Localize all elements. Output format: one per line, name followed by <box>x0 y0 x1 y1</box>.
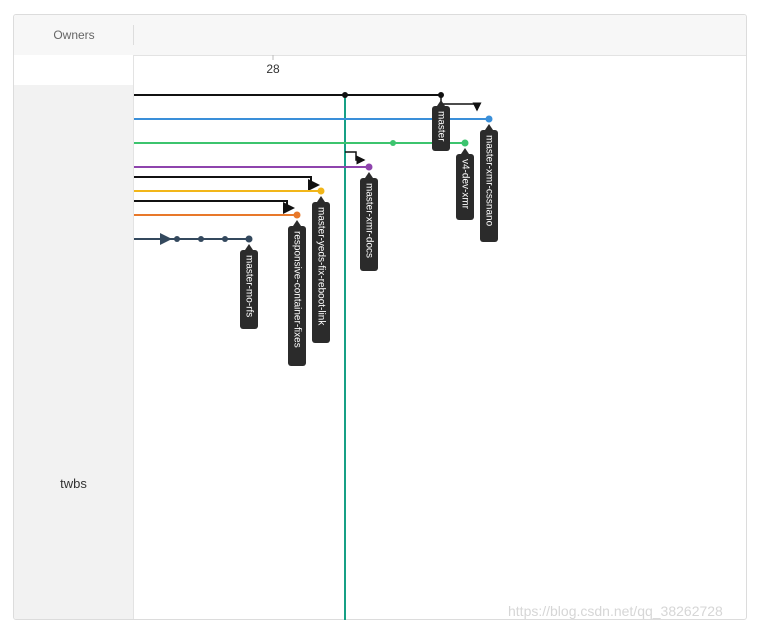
commit-dot[interactable] <box>461 139 469 147</box>
branch-tag-master[interactable]: master <box>432 100 450 151</box>
branch-tag-label: master-mo-rfs <box>243 255 254 317</box>
network-graph-canvas[interactable]: 28 master master-xmr-cssnano v4-dev-xmr <box>0 0 762 631</box>
commit-dot[interactable] <box>317 187 325 195</box>
branch-tag-v4-dev-xmr[interactable]: v4-dev-xmr <box>456 148 474 220</box>
branch-tag-label: master-yeds-fix-reboot-link <box>315 207 326 326</box>
branch-connector <box>134 176 320 191</box>
branch-tag-label: responsive-container-fixes <box>291 231 302 348</box>
commit-dot[interactable] <box>390 140 396 146</box>
branch-tag-responsive-container-fixes[interactable]: responsive-container-fixes <box>288 220 306 366</box>
commit-dot[interactable] <box>293 211 301 219</box>
branch-tag-label: master-xmr-docs <box>363 183 374 258</box>
commit-dot[interactable] <box>245 235 253 243</box>
commit-dot[interactable] <box>485 115 493 123</box>
timeline-tick-label: 28 <box>266 62 280 76</box>
branch-tag-label: v4-dev-xmr <box>459 159 470 210</box>
branch-connector <box>345 151 366 165</box>
commit-dot[interactable] <box>222 236 228 242</box>
commit-dot[interactable] <box>174 236 180 242</box>
branch-tag-master-mo-rfs[interactable]: master-mo-rfs <box>240 244 258 329</box>
branch-tag-label: master-xmr-cssnano <box>483 135 494 227</box>
branch-tag-master-xmr-docs[interactable]: master-xmr-docs <box>360 172 378 271</box>
commit-dot[interactable] <box>365 163 373 171</box>
commit-dot[interactable] <box>198 236 204 242</box>
branch-connector <box>134 200 295 214</box>
branch-tag-master-yeds-fix-reboot-link[interactable]: master-yeds-fix-reboot-link <box>312 196 330 343</box>
branch-tag-master-xmr-cssnano[interactable]: master-xmr-cssnano <box>480 124 498 242</box>
watermark: https://blog.csdn.net/qq_38262728 <box>508 603 723 619</box>
commit-dot[interactable] <box>342 92 348 98</box>
branch-tag-label: master <box>435 111 446 142</box>
